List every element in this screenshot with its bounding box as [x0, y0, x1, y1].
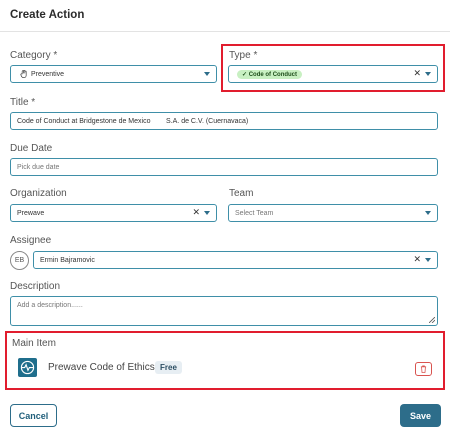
title-value: Code of Conduct at Bridgestone de Mexico… — [17, 117, 249, 125]
description-label: Description — [10, 281, 61, 292]
description-textarea[interactable]: Add a description...... — [10, 296, 438, 326]
cancel-button[interactable]: Cancel — [10, 404, 57, 427]
due-date-placeholder: Pick due date — [17, 163, 60, 171]
main-item-highlight-box — [5, 331, 445, 390]
chevron-down-icon[interactable] — [204, 211, 210, 215]
assignee-value: Ermin Bajramovic — [40, 256, 95, 264]
organization-label: Organization — [10, 188, 67, 199]
category-label: Category * — [10, 50, 58, 61]
chevron-down-icon[interactable] — [204, 72, 210, 76]
team-select[interactable]: Select Team — [228, 204, 438, 222]
category-value: Preventive — [31, 70, 65, 78]
organization-select[interactable]: Prewave ✕ — [10, 204, 217, 222]
delete-button[interactable] — [415, 362, 432, 376]
clear-icon[interactable]: ✕ — [413, 254, 421, 265]
dialog-title: Create Action — [10, 9, 85, 21]
title-label: Title * — [10, 97, 36, 108]
status-badge: Free — [155, 361, 182, 374]
clear-icon[interactable]: ✕ — [192, 207, 200, 218]
hand-icon — [20, 70, 27, 79]
save-button[interactable]: Save — [400, 404, 441, 427]
due-date-input[interactable]: Pick due date — [10, 158, 438, 176]
assignee-select[interactable]: Ermin Bajramovic ✕ — [33, 251, 438, 269]
description-placeholder: Add a description...... — [17, 302, 83, 309]
assignee-label: Assignee — [10, 235, 52, 246]
main-item-name: Prewave Code of Ethics — [48, 362, 155, 373]
team-label: Team — [229, 188, 254, 199]
main-item-label: Main Item — [12, 338, 56, 349]
chevron-down-icon[interactable] — [425, 258, 431, 262]
heartbeat-icon — [18, 358, 37, 377]
trash-icon — [420, 365, 427, 373]
type-highlight-box — [221, 44, 445, 92]
avatar: EB — [10, 251, 29, 270]
organization-value: Prewave — [17, 209, 45, 217]
chevron-down-icon[interactable] — [425, 211, 431, 215]
team-placeholder: Select Team — [235, 209, 274, 217]
category-select[interactable]: Preventive — [10, 65, 217, 83]
due-date-label: Due Date — [10, 143, 53, 154]
resize-handle-icon[interactable] — [428, 316, 436, 324]
header-divider — [0, 31, 450, 32]
title-input[interactable]: Code of Conduct at Bridgestone de Mexico… — [10, 112, 438, 130]
